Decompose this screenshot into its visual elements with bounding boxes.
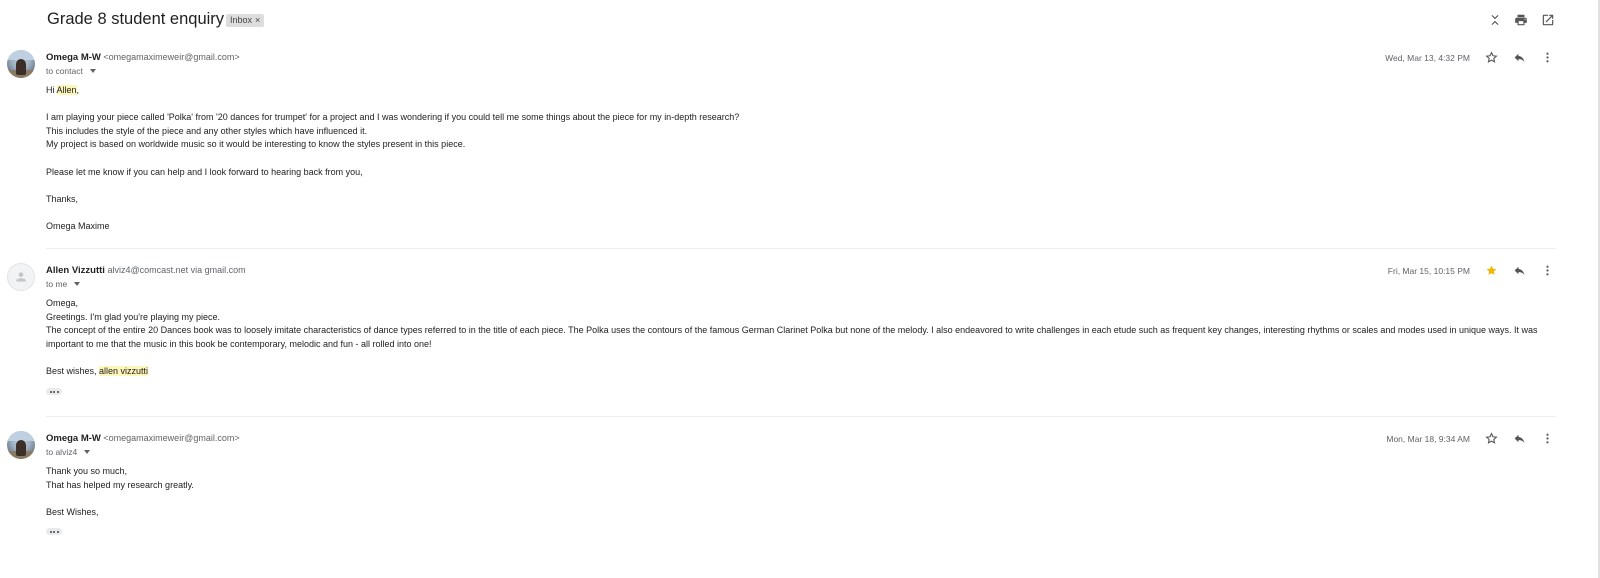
- reply-icon: [1514, 266, 1524, 275]
- message-body: Omega, Greetings. I'm glad you're playin…: [46, 297, 1548, 379]
- recipients-text: to me: [46, 279, 68, 289]
- star-button[interactable]: [1482, 261, 1500, 279]
- remove-label-icon[interactable]: ×: [255, 14, 260, 27]
- body-line: Thank you so much,: [46, 466, 128, 476]
- sender-line: Allen Vizzutti alviz4@comcast.net via gm…: [46, 265, 246, 276]
- body-line: Thanks,: [46, 193, 79, 204]
- message-date: Wed, Mar 13, 4:32 PM: [1385, 53, 1470, 63]
- sender-email: alviz4@comcast.net via gmail.com: [107, 265, 246, 275]
- sender-name[interactable]: Omega M-W: [46, 52, 101, 63]
- more-options-button[interactable]: [1538, 429, 1556, 447]
- message-body: Hi Allen, I am playing your piece called…: [46, 84, 1548, 234]
- chevron-down-icon: [89, 69, 96, 73]
- signoff-line: Best wishes, allen vizzutti: [46, 365, 149, 376]
- reply-icon: [1514, 53, 1524, 62]
- reply-button[interactable]: [1510, 261, 1528, 279]
- thread-subject: Grade 8 student enquiry: [47, 10, 225, 28]
- message-divider: [46, 248, 1556, 249]
- message-body: Thank you so much, That has helped my re…: [46, 465, 1548, 519]
- message-date: Mon, Mar 18, 9:34 AM: [1386, 434, 1470, 444]
- person-icon: [16, 272, 26, 282]
- body-line: This includes the style of the piece and…: [46, 125, 368, 136]
- open-in-new-window-button[interactable]: [1537, 8, 1559, 32]
- body-line: Please let me know if you can help and I…: [46, 166, 363, 177]
- sender-name[interactable]: Omega M-W: [46, 433, 101, 444]
- reply-button[interactable]: [1510, 429, 1528, 447]
- print-icon: [1515, 14, 1527, 26]
- message-3: Omega M-W <omegamaximeweir@gmail.com> to…: [0, 429, 1600, 569]
- label-text: Inbox: [230, 15, 253, 25]
- message-date: Fri, Mar 15, 10:15 PM: [1387, 266, 1470, 276]
- body-line: That has helped my research greatly.: [46, 479, 194, 490]
- highlighted-name: allen vizzutti: [99, 365, 149, 376]
- body-line: I am playing your piece called 'Polka' f…: [46, 112, 740, 123]
- print-all-button[interactable]: [1510, 8, 1532, 32]
- reply-icon: [1514, 434, 1524, 443]
- message-divider: [46, 416, 1556, 417]
- message-2: Allen Vizzutti alviz4@comcast.net via gm…: [0, 261, 1600, 401]
- chevron-down-icon: [84, 450, 91, 454]
- star-button[interactable]: [1482, 48, 1500, 66]
- highlighted-name: Allen: [56, 85, 77, 95]
- sender-name[interactable]: Allen Vizzutti: [46, 265, 105, 276]
- more-vert-icon: [1545, 433, 1549, 443]
- inbox-label-chip[interactable]: Inbox ×: [226, 14, 265, 27]
- more-options-button[interactable]: [1538, 261, 1556, 279]
- signoff-line: Best Wishes,: [46, 506, 99, 517]
- star-filled-icon: [1486, 265, 1496, 275]
- sender-line: Omega M-W <omegamaximeweir@gmail.com>: [46, 433, 240, 444]
- greeting-line: Hi Allen,: [46, 85, 80, 95]
- open-in-new-window-icon: [1542, 14, 1554, 26]
- body-paragraph: The concept of the entire 20 Dances book…: [46, 325, 1538, 349]
- sender-line: Omega M-W <omegamaximeweir@gmail.com>: [46, 52, 240, 63]
- sender-email: <omegamaximeweir@gmail.com>: [103, 52, 240, 62]
- signature: Omega Maxime: [46, 220, 110, 231]
- recipients-text: to contact: [46, 66, 83, 76]
- body-line: Omega,: [46, 298, 79, 308]
- show-trimmed-content-button[interactable]: [46, 388, 62, 395]
- reply-button[interactable]: [1510, 48, 1528, 66]
- chevron-down-icon: [74, 282, 81, 286]
- more-vert-icon: [1545, 52, 1549, 62]
- star-outline-icon: [1484, 50, 1498, 63]
- collapse-all-icon: [1491, 14, 1499, 26]
- recipients-toggle[interactable]: to alviz4: [46, 447, 91, 457]
- recipients-text: to alviz4: [46, 447, 78, 457]
- recipients-toggle[interactable]: to me: [46, 279, 81, 289]
- avatar[interactable]: [7, 263, 35, 291]
- more-vert-icon: [1545, 265, 1549, 275]
- body-line: My project is based on worldwide music s…: [46, 139, 466, 150]
- message-1: Omega M-W <omegamaximeweir@gmail.com> to…: [0, 48, 1600, 248]
- collapse-all-button[interactable]: [1484, 8, 1506, 32]
- sender-email: <omegamaximeweir@gmail.com>: [103, 433, 240, 443]
- thread-header: Grade 8 student enquiry Inbox ×: [0, 0, 1600, 42]
- email-thread-view: Grade 8 student enquiry Inbox × Omega M-…: [0, 0, 1600, 578]
- recipients-toggle[interactable]: to contact: [46, 66, 96, 76]
- show-trimmed-content-button[interactable]: [46, 528, 62, 535]
- avatar[interactable]: [7, 431, 35, 459]
- star-button[interactable]: [1482, 429, 1500, 447]
- body-line: Greetings. I'm glad you're playing my pi…: [46, 311, 221, 322]
- avatar[interactable]: [7, 50, 35, 78]
- more-options-button[interactable]: [1538, 48, 1556, 66]
- star-outline-icon: [1484, 431, 1498, 444]
